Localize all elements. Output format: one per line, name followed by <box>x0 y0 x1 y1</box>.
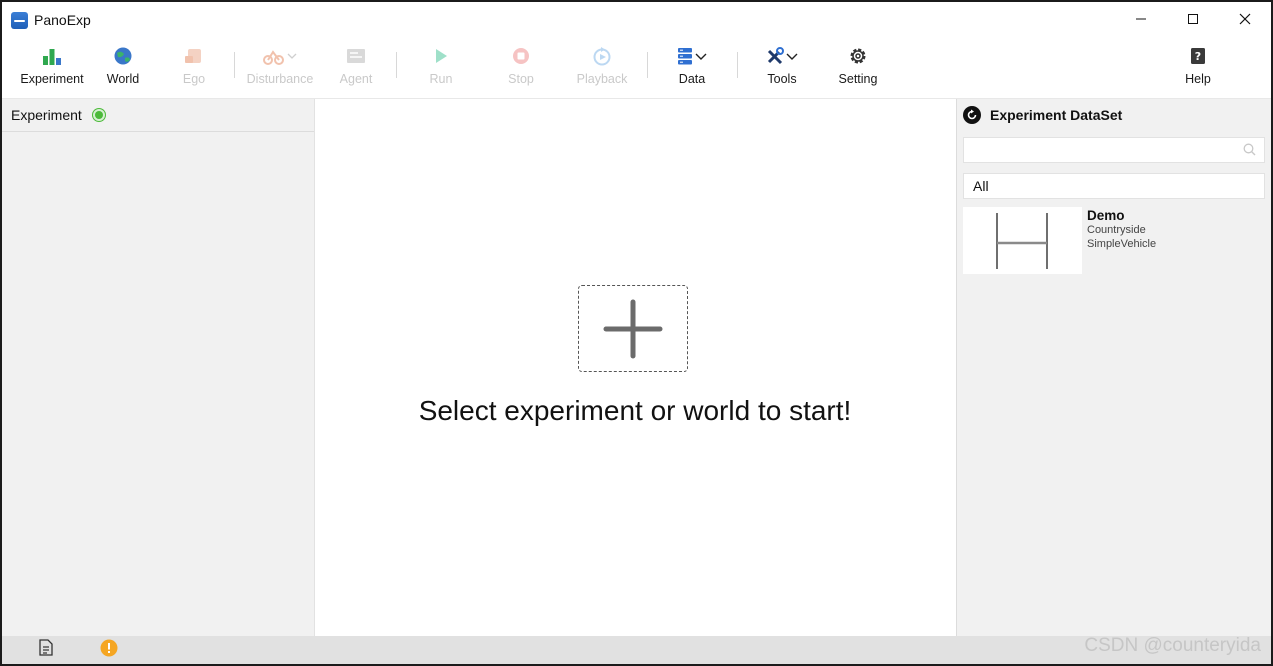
workspace: Select experiment or world to start! <box>315 99 956 636</box>
playback-icon <box>592 44 612 68</box>
tools-menu-button[interactable]: Tools <box>744 44 820 86</box>
dataset-item-name: Demo <box>1087 208 1125 223</box>
disturbance-button[interactable]: Disturbance <box>242 44 318 86</box>
experiment-button[interactable]: Experiment <box>14 44 90 86</box>
chevron-down-icon <box>695 53 707 60</box>
stop-button[interactable]: Stop <box>483 44 559 86</box>
dataset-thumbnail <box>963 207 1082 274</box>
experiment-label: Experiment <box>20 72 84 86</box>
chevron-down-icon <box>287 53 297 59</box>
title-bar: PanoExp <box>2 2 1271 38</box>
ego-vehicle-icon <box>184 44 204 68</box>
world-button[interactable]: World <box>85 44 161 86</box>
window-controls <box>1115 2 1271 36</box>
close-icon <box>1239 13 1251 25</box>
experiment-panel: Experiment <box>2 99 315 636</box>
help-book-icon: ? <box>1190 44 1206 68</box>
warning-icon[interactable] <box>100 639 118 662</box>
run-label: Run <box>429 72 453 86</box>
dataset-search <box>963 137 1265 163</box>
dataset-search-input[interactable] <box>968 139 1242 163</box>
search-icon[interactable] <box>1243 143 1256 156</box>
agent-label: Agent <box>339 72 373 86</box>
maximize-button[interactable] <box>1167 2 1219 36</box>
close-button[interactable] <box>1219 2 1271 36</box>
minimize-icon <box>1136 18 1146 20</box>
svg-text:?: ? <box>1195 50 1201 63</box>
start-prompt: Select experiment or world to start! <box>418 395 852 426</box>
ego-label: Ego <box>182 72 206 86</box>
watermark-text: CSDN @counteryida <box>1084 635 1261 656</box>
agent-button[interactable]: Agent <box>318 44 394 86</box>
gear-icon <box>848 44 868 68</box>
dataset-item-vehicle: SimpleVehicle <box>1087 238 1157 250</box>
data-menu-button[interactable]: Data <box>654 44 730 86</box>
dataset-panel-title: Experiment DataSet <box>990 107 1123 123</box>
dataset-item-info: Demo Countryside SimpleVehicle <box>1087 208 1156 277</box>
maximize-icon <box>1188 14 1198 24</box>
agent-icon <box>346 44 366 68</box>
add-experiment-button[interactable] <box>578 285 688 372</box>
dataset-item[interactable]: Demo Countryside SimpleVehicle <box>963 207 1265 277</box>
disturbance-label: Disturbance <box>246 72 314 86</box>
database-icon <box>677 44 707 68</box>
world-label: World <box>106 72 140 86</box>
tools-icon <box>766 44 798 68</box>
help-label: Help <box>1185 72 1211 86</box>
ego-button[interactable]: Ego <box>156 44 232 86</box>
status-bar: CSDN @counteryida <box>2 635 1271 664</box>
dataset-item-world: Countryside <box>1087 224 1146 236</box>
bar-chart-icon <box>42 44 62 68</box>
stop-label: Stop <box>508 72 534 86</box>
experiment-panel-header: Experiment <box>2 99 314 132</box>
playback-button[interactable]: Playback <box>564 44 640 86</box>
tools-label: Tools <box>767 72 797 86</box>
play-icon <box>433 44 449 68</box>
minimize-button[interactable] <box>1115 2 1167 36</box>
dataset-panel-header: Experiment DataSet <box>957 99 1271 131</box>
run-button[interactable]: Run <box>403 44 479 86</box>
help-button[interactable]: ? Help <box>1160 44 1236 86</box>
window-title: PanoExp <box>34 12 91 28</box>
dataset-filter-value: All <box>973 178 989 194</box>
dataset-panel: Experiment DataSet All Demo Countryside … <box>956 99 1271 636</box>
main-area: Experiment Select experiment or world to… <box>2 99 1271 636</box>
setting-button[interactable]: Setting <box>820 44 896 86</box>
log-document-icon[interactable] <box>39 639 53 661</box>
toolbar-divider <box>647 52 648 78</box>
chevron-down-icon <box>786 53 798 60</box>
data-label: Data <box>678 72 706 86</box>
toolbar-divider <box>396 52 397 78</box>
experiment-panel-title: Experiment <box>11 107 82 123</box>
disturbance-icon <box>263 44 297 68</box>
toolbar-divider <box>234 52 235 78</box>
globe-icon <box>113 44 133 68</box>
status-indicator <box>94 111 103 119</box>
refresh-icon[interactable] <box>963 106 981 124</box>
setting-label: Setting <box>838 72 878 86</box>
playback-label: Playback <box>576 72 628 86</box>
main-toolbar: Experiment World Ego Disturbance Agent R… <box>2 38 1271 99</box>
stop-icon <box>511 44 531 68</box>
toolbar-divider <box>737 52 738 78</box>
app-logo-icon <box>11 11 28 29</box>
plus-icon <box>603 299 663 358</box>
dataset-filter-select[interactable]: All <box>963 173 1265 199</box>
app-window: PanoExp Experiment World Ego Disturbance… <box>0 0 1273 666</box>
